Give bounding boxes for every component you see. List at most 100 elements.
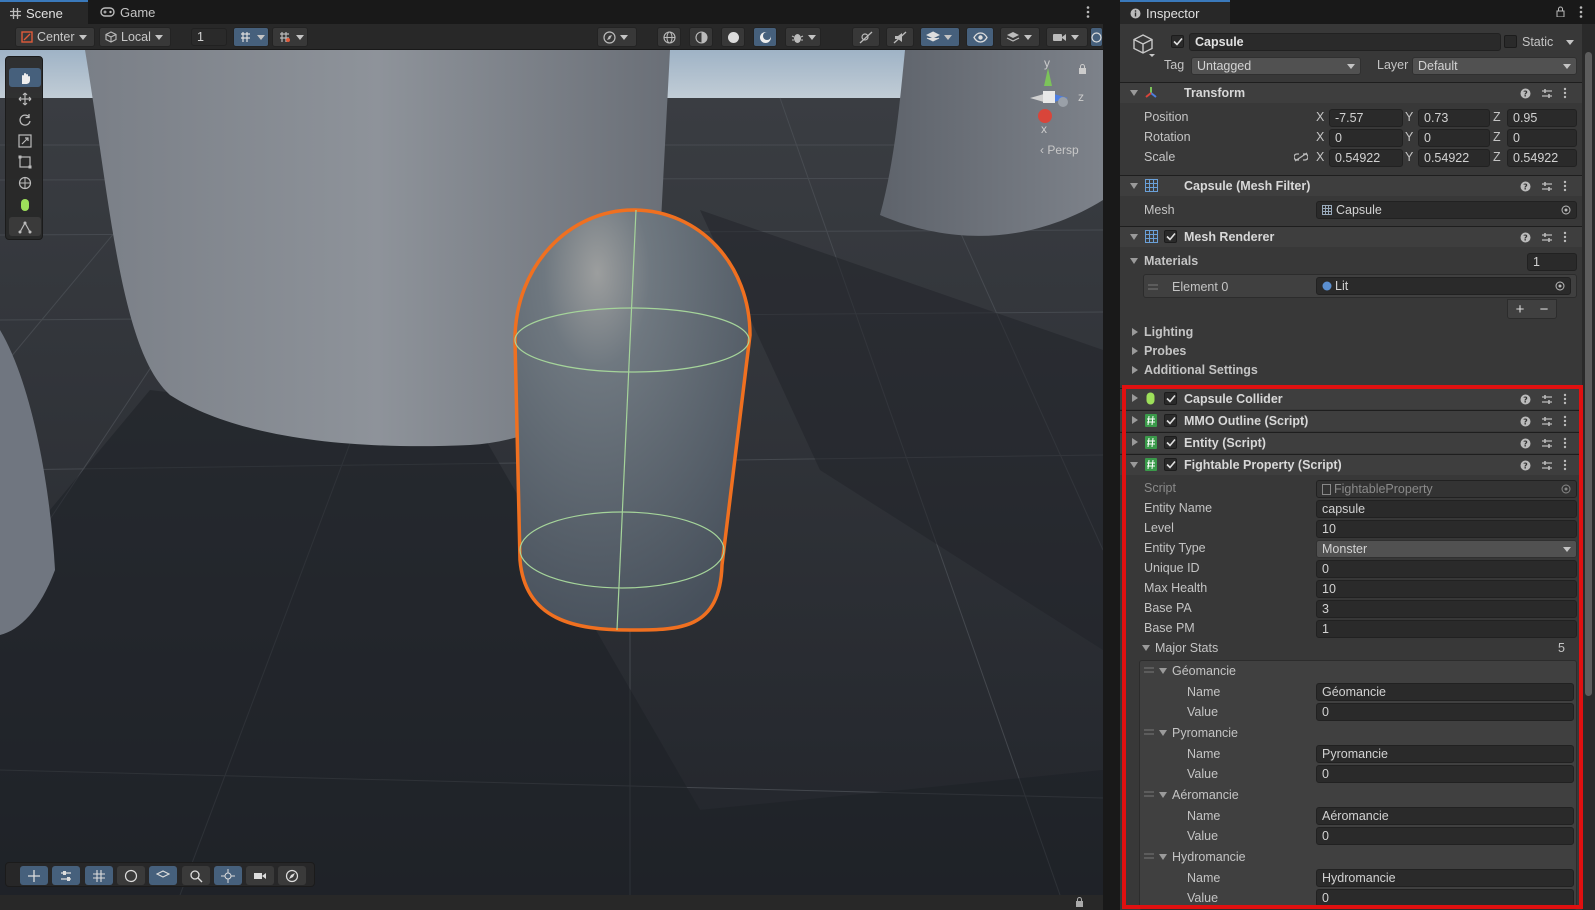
selected-capsule[interactable]	[513, 208, 752, 632]
remove-element-button[interactable]: −	[1540, 301, 1549, 318]
pivot-overlay-button[interactable]	[214, 866, 242, 885]
position-y-input[interactable]: 0.73	[1418, 109, 1490, 127]
increment-snap-toggle[interactable]	[272, 27, 308, 47]
shaded-wireframe-button[interactable]	[689, 27, 713, 47]
drag-handle-icon[interactable]	[1144, 729, 1154, 735]
navmesh-button[interactable]	[149, 866, 177, 885]
more-menu-icon[interactable]	[1563, 180, 1567, 192]
debug-draw-dropdown[interactable]	[785, 27, 821, 47]
custom-tool-button[interactable]	[9, 217, 41, 236]
rect-tool-button[interactable]	[9, 152, 41, 171]
capsule-collider-enabled-checkbox[interactable]	[1164, 392, 1177, 405]
level-input[interactable]: 10	[1316, 520, 1577, 538]
stat-name-input[interactable]: Hydromancie	[1316, 869, 1574, 887]
help-icon[interactable]: ?	[1520, 232, 1531, 243]
mmo-outline-enabled-checkbox[interactable]	[1164, 414, 1177, 427]
stat-name-input[interactable]: Pyromancie	[1316, 745, 1574, 763]
grid-snap-toggle[interactable]	[233, 27, 269, 47]
position-z-input[interactable]: 0.95	[1507, 109, 1577, 127]
rotation-y-input[interactable]: 0	[1418, 129, 1490, 147]
help-icon[interactable]: ?	[1520, 460, 1531, 471]
lock-icon[interactable]	[1556, 6, 1565, 17]
effects-dropdown[interactable]	[920, 27, 960, 47]
help-icon[interactable]: ?	[1520, 416, 1531, 427]
compass-overlay-button[interactable]	[278, 866, 306, 885]
collider-edit-tool-button[interactable]	[9, 195, 41, 214]
preset-icon[interactable]	[1541, 232, 1553, 243]
tab-scene[interactable]: Scene	[0, 0, 88, 24]
help-icon[interactable]: ?	[1520, 438, 1531, 449]
help-icon[interactable]: ?	[1520, 394, 1531, 405]
materials-count-input[interactable]: 1	[1527, 253, 1577, 271]
more-menu-icon[interactable]	[1563, 459, 1567, 471]
hand-tool-button[interactable]	[9, 68, 41, 87]
tool-settings-button[interactable]	[52, 866, 80, 885]
preset-icon[interactable]	[1541, 394, 1553, 405]
lit-shading-button[interactable]	[753, 27, 777, 47]
foldout-arrow-icon[interactable]	[1132, 366, 1138, 374]
foldout-arrow-icon[interactable]	[1132, 347, 1138, 355]
stat-header[interactable]: Hydromancie	[1172, 850, 1246, 864]
base-pa-input[interactable]: 3	[1316, 600, 1577, 618]
foldout-arrow-icon[interactable]	[1159, 668, 1167, 674]
mesh-object-field[interactable]: Capsule	[1316, 201, 1577, 219]
scale-y-input[interactable]: 0.54922	[1418, 149, 1490, 167]
grid-snap-input[interactable]: 1	[191, 28, 227, 46]
scale-x-input[interactable]: 0.54922	[1329, 149, 1403, 167]
stat-header[interactable]: Pyromancie	[1172, 726, 1238, 740]
help-icon[interactable]: ?	[1520, 88, 1531, 99]
pivot-center-dropdown[interactable]: Center	[15, 27, 95, 47]
preset-icon[interactable]	[1541, 460, 1553, 471]
position-x-input[interactable]: -7.57	[1329, 109, 1403, 127]
more-menu-icon[interactable]	[1563, 87, 1567, 99]
more-menu-icon[interactable]	[1563, 231, 1567, 243]
stat-header[interactable]: Géomancie	[1172, 664, 1236, 678]
drag-handle-icon[interactable]	[1144, 791, 1154, 797]
foldout-arrow-icon[interactable]	[1132, 416, 1138, 424]
active-checkbox[interactable]	[1171, 35, 1184, 48]
more-menu-icon[interactable]	[1563, 437, 1567, 449]
stat-name-input[interactable]: Géomancie	[1316, 683, 1574, 701]
entity-name-input[interactable]: capsule	[1316, 500, 1577, 518]
tab-game[interactable]: Game	[90, 0, 170, 24]
foldout-arrow-icon[interactable]	[1142, 645, 1150, 651]
foldout-arrow-icon[interactable]	[1130, 234, 1138, 240]
projection-toggle[interactable]: ‹ Persp	[1040, 143, 1079, 157]
foldout-arrow-icon[interactable]	[1130, 462, 1138, 468]
mesh-renderer-enabled-checkbox[interactable]	[1164, 230, 1177, 243]
more-menu-icon[interactable]	[1563, 415, 1567, 427]
foldout-arrow-icon[interactable]	[1159, 730, 1167, 736]
additional-settings-foldout[interactable]: Additional Settings	[1144, 363, 1258, 377]
move-handle-button[interactable]	[20, 866, 48, 885]
foldout-arrow-icon[interactable]	[1130, 258, 1138, 264]
help-icon[interactable]: ?	[1520, 181, 1531, 192]
draw-mode-dropdown[interactable]	[597, 27, 637, 47]
layers-dropdown[interactable]	[1000, 27, 1040, 47]
scene-more-menu-icon[interactable]	[1085, 5, 1091, 19]
probes-foldout[interactable]: Probes	[1144, 344, 1186, 358]
lock-icon[interactable]	[1078, 64, 1087, 74]
material-object-field[interactable]: Lit	[1316, 277, 1571, 295]
layer-dropdown[interactable]: Default	[1412, 57, 1577, 75]
base-pm-input[interactable]: 1	[1316, 620, 1577, 638]
chevron-down-icon[interactable]	[1566, 40, 1574, 45]
max-health-input[interactable]: 10	[1316, 580, 1577, 598]
stat-name-input[interactable]: Aéromancie	[1316, 807, 1574, 825]
drag-handle-icon[interactable]	[1148, 284, 1158, 290]
drag-handle-icon[interactable]	[1144, 667, 1154, 673]
foldout-arrow-icon[interactable]	[1130, 183, 1138, 189]
gizmos-dropdown[interactable]	[1090, 27, 1103, 47]
stat-value-input[interactable]: 0	[1316, 703, 1574, 721]
more-menu-icon[interactable]	[1563, 393, 1567, 405]
stat-value-input[interactable]: 0	[1316, 889, 1574, 907]
cameras-overlay-button[interactable]	[246, 866, 274, 885]
major-stats-count[interactable]: 5	[1558, 641, 1565, 655]
foldout-arrow-icon[interactable]	[1132, 438, 1138, 446]
stat-value-input[interactable]: 0	[1316, 765, 1574, 783]
foldout-arrow-icon[interactable]	[1130, 90, 1138, 96]
lock-icon[interactable]	[1075, 897, 1084, 907]
preset-icon[interactable]	[1541, 181, 1553, 192]
preset-icon[interactable]	[1541, 416, 1553, 427]
entity-enabled-checkbox[interactable]	[1164, 436, 1177, 449]
audio-toggle[interactable]	[886, 27, 914, 47]
